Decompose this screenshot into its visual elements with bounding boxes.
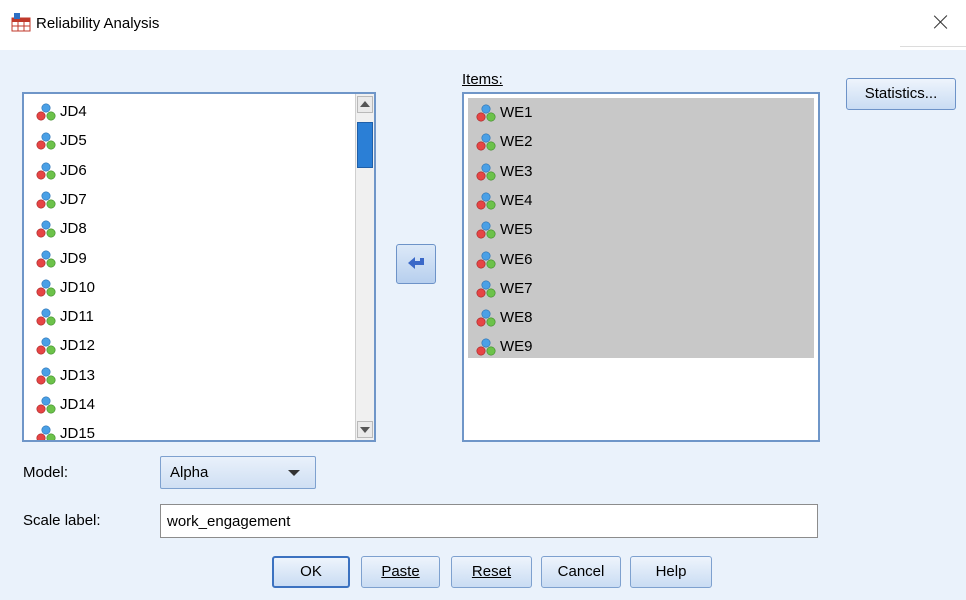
scale-variable-icon: [476, 338, 496, 357]
variable-label: JD6: [60, 161, 87, 179]
model-value: Alpha: [170, 464, 209, 481]
variable-label: JD7: [60, 190, 87, 208]
scroll-down-button[interactable]: [357, 421, 373, 438]
variable-label: WE2: [500, 133, 533, 151]
move-items-button[interactable]: [396, 244, 436, 284]
reset-button[interactable]: Reset: [451, 556, 532, 588]
variable-label: WE4: [500, 191, 533, 209]
source-variable-list[interactable]: JD4 JD5 JD6 JD7 JD8 JD9 JD10 JD11 JD12 J…: [22, 92, 376, 442]
variable-label: JD9: [60, 249, 87, 267]
variable-label: WE8: [500, 309, 533, 327]
variable-label: WE7: [500, 279, 533, 297]
scale-label-label: Scale label:: [23, 512, 101, 529]
scale-variable-icon: [476, 192, 496, 211]
chevron-down-icon: [288, 470, 300, 476]
variable-label: WE6: [500, 250, 533, 268]
scale-variable-icon: [36, 425, 56, 440]
divider: [900, 46, 966, 47]
source-scrollbar[interactable]: [355, 94, 374, 440]
variable-label: JD8: [60, 220, 87, 238]
scale-variable-icon: [476, 133, 496, 152]
model-label: Model:: [23, 464, 69, 481]
scale-variable-icon: [476, 280, 496, 299]
statistics-button[interactable]: Statistics...: [846, 78, 956, 110]
scale-variable-icon: [36, 396, 56, 415]
variable-label: JD12: [60, 337, 96, 355]
variable-label: JD11: [60, 308, 94, 326]
variable-label: JD14: [60, 396, 96, 413]
help-button[interactable]: Help: [630, 556, 712, 588]
scale-label-field[interactable]: [160, 504, 818, 538]
scale-variable-icon: [476, 163, 496, 182]
close-icon[interactable]: [930, 10, 952, 34]
variable-label: WE3: [500, 162, 533, 180]
scale-variable-icon: [36, 162, 56, 181]
window-title: Reliability Analysis: [36, 15, 160, 32]
variable-label: JD4: [60, 103, 87, 120]
scale-label-input[interactable]: [167, 511, 807, 531]
variable-label: JD5: [60, 132, 87, 150]
variable-label: JD10: [60, 278, 96, 296]
scroll-thumb[interactable]: [357, 122, 373, 168]
scale-variable-icon: [36, 220, 56, 239]
scale-variable-icon: [476, 104, 496, 123]
scale-variable-icon: [476, 309, 496, 328]
variable-label: WE5: [500, 221, 533, 239]
variable-label: WE1: [500, 104, 533, 121]
items-list[interactable]: WE1 WE2 WE3 WE4 WE5 WE6 WE7 WE8 WE9: [462, 92, 820, 442]
variable-label: WE9: [500, 338, 533, 356]
scale-variable-icon: [36, 250, 56, 269]
scale-variable-icon: [36, 279, 56, 298]
title-bar: Reliability Analysis: [0, 0, 966, 50]
model-dropdown[interactable]: Alpha: [160, 456, 316, 489]
scale-variable-icon: [476, 221, 496, 240]
scale-variable-icon: [36, 308, 56, 327]
scale-variable-icon: [36, 191, 56, 210]
table-icon: [11, 12, 31, 32]
paste-button[interactable]: Paste: [361, 556, 440, 588]
scroll-up-button[interactable]: [357, 96, 373, 113]
scale-variable-icon: [36, 337, 56, 356]
ok-button[interactable]: OK: [272, 556, 350, 588]
scale-variable-icon: [476, 251, 496, 270]
scale-variable-icon: [36, 103, 56, 122]
cancel-button[interactable]: Cancel: [541, 556, 621, 588]
variable-label: JD13: [60, 366, 96, 384]
scale-variable-icon: [36, 367, 56, 386]
variable-label: JD15: [60, 425, 96, 442]
items-label: Items:: [462, 71, 503, 88]
scale-variable-icon: [36, 132, 56, 151]
arrow-left-icon: [406, 255, 426, 273]
